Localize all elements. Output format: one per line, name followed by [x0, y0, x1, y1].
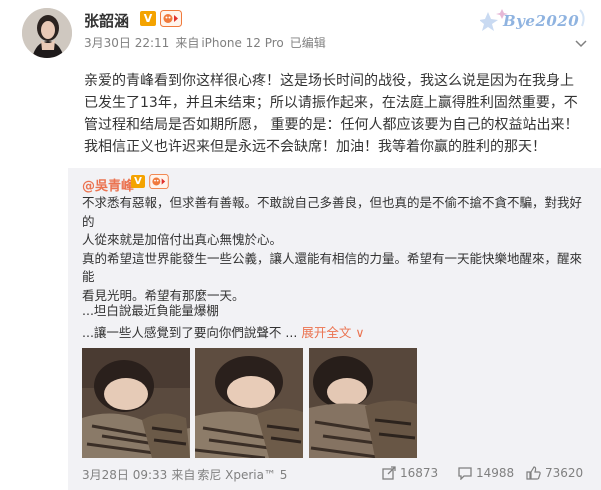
post-content: 亲爱的青峰看到你这样很心疼！这是场长时间的战役，我这么说是因为在我身上 已发生了… — [84, 70, 589, 158]
avatar[interactable] — [22, 8, 72, 58]
like-count: 73620 — [545, 466, 584, 480]
expand-label: 展开全文 — [301, 325, 352, 340]
post-source[interactable]: iPhone 12 Pro — [201, 36, 283, 50]
vip-badge-icon[interactable]: V — [140, 11, 156, 26]
repost-meta: 3月28日 09:33 来自 索尼 Xperia™ 5 — [82, 466, 287, 483]
photo-image — [82, 348, 190, 458]
repost-photo-3[interactable] — [309, 348, 417, 458]
post-edited[interactable]: 已编辑 — [290, 36, 326, 50]
post-text-line: 已发生了13年，并且未结束；所以请振作起来，在法庭上赢得胜利固然重要，不 — [84, 95, 578, 111]
username[interactable]: 张韶涵 — [84, 10, 129, 31]
repost-text-line: 不求悉有惡報，但求善有善報。不敢說自己多善良，但也真的是不偷不搶不貪不騙，對我好… — [82, 195, 583, 229]
avatar-photo — [22, 8, 72, 58]
post-meta: 3月30日 22:11 来自 iPhone 12 Pro 已编辑 — [84, 34, 332, 51]
share-count: 16873 — [400, 466, 439, 480]
fan-badge-icon[interactable] — [160, 10, 182, 27]
repost-extra-line: ...坦白說最近負能量爆棚 — [82, 303, 219, 318]
post-text-line: 管过程和结局是否如期所愿， 重要的是：任何人都应该要为自己的权益站出来！ — [84, 117, 579, 133]
repost-vip-badge-icon[interactable]: V — [131, 175, 145, 188]
post-text-line: 亲爱的青峰看到你这样很心疼！这是场长时间的战役，我这么说是因为在我身上 — [84, 73, 574, 89]
post-text-line: 我相信正义也许迟来但是永远不会缺席！加油！我等着你赢的胜利的那天！ — [84, 139, 546, 155]
repost-source-prefix: 来自 — [171, 468, 196, 482]
post-source-prefix: 来自 — [175, 36, 200, 50]
chevron-down-icon[interactable] — [575, 40, 587, 48]
photo-image — [195, 348, 303, 458]
repost-source[interactable]: 索尼 Xperia™ 5 — [197, 468, 287, 482]
post-date[interactable]: 3月30日 22:11 — [84, 36, 169, 50]
like-icon — [526, 466, 541, 480]
repost-photo-2[interactable] — [195, 348, 303, 458]
repost-extra-text: ...讓一些人感覺到了要向你們說聲不 ... — [82, 325, 298, 340]
photo-image — [309, 348, 417, 458]
expand-chevron-icon: ∨ — [355, 325, 365, 340]
comment-icon — [458, 467, 472, 481]
comment-count: 14988 — [476, 466, 515, 480]
share-icon — [382, 466, 396, 480]
weibo-post-card: 张韶涵 V 3月30日 22:11 来自 iPhone 12 Pro 已编辑 Bye2… — [0, 0, 601, 490]
repost-fan-badge-icon[interactable] — [149, 174, 169, 189]
repost-extra-line-2: ...讓一些人感覺到了要向你們說聲不 ... 展开全文 ∨ — [82, 322, 364, 341]
repost-text-line: 真的希望這世界能發生一些公義，讓人還能有相信的力量。希望有一天能快樂地醒來，醒來… — [82, 250, 583, 285]
expand-full-text-link[interactable]: 展开全文 ∨ — [301, 325, 364, 340]
comment-action[interactable]: 14988 — [458, 466, 514, 482]
share-action[interactable]: 16873 — [382, 466, 438, 482]
repost-date[interactable]: 3月28日 09:33 — [82, 468, 167, 482]
repost-photo-1[interactable] — [82, 348, 190, 458]
like-action[interactable]: 73620 — [526, 466, 583, 482]
repost-text-line: 人從來就是加倍付出真心無愧於心。 — [82, 232, 283, 247]
repost-author[interactable]: @吳青峰 — [82, 175, 134, 194]
repost-body: 不求悉有惡報，但求善有善報。不敢說自己多善良，但也真的是不偷不搶不貪不騙，對我好… — [82, 194, 592, 305]
decoration-text: Bye2020 — [503, 12, 580, 30]
